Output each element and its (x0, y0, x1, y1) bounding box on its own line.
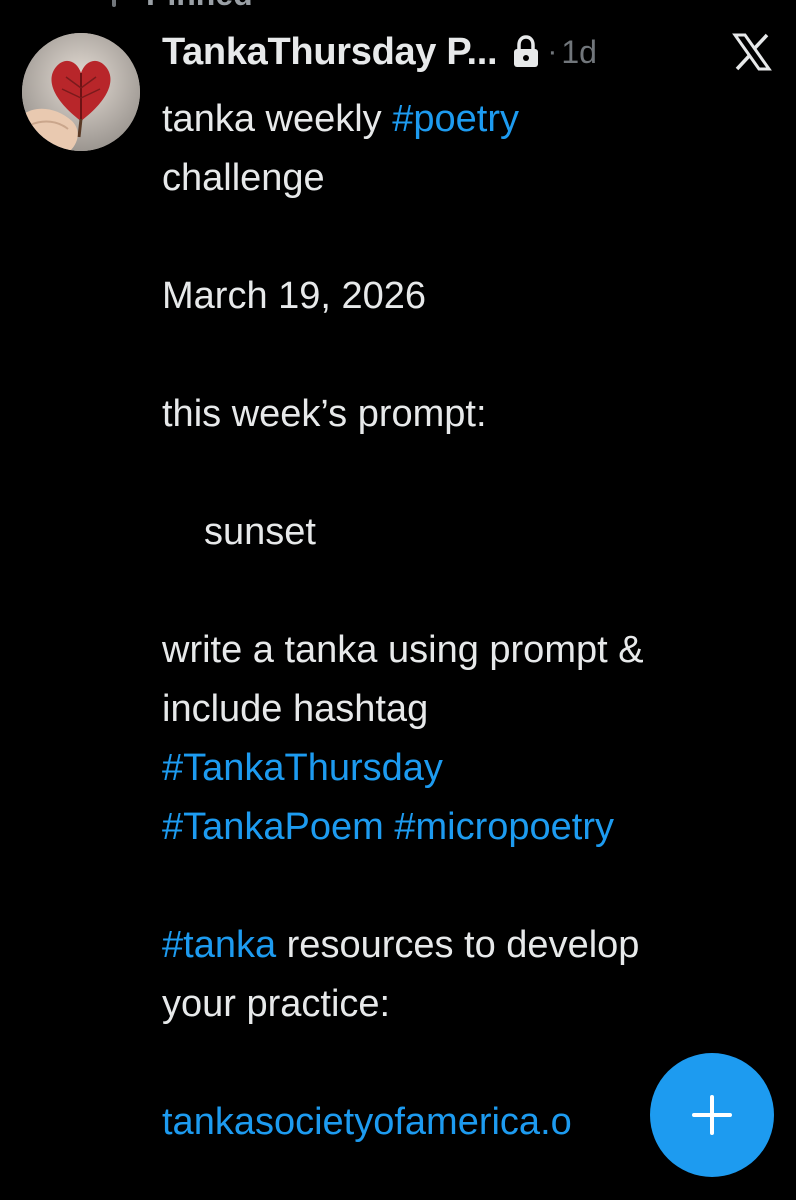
post-timestamp[interactable]: 1d (561, 34, 597, 71)
instruction-line-1: write a tanka using prompt & (162, 629, 644, 671)
instruction-line-2: include hashtag (162, 688, 429, 730)
post-date-text: March 19, 2026 (162, 275, 427, 317)
avatar[interactable] (22, 33, 140, 151)
resources-text: resources to develop (276, 924, 640, 966)
prompt-label: this week’s prompt: (162, 393, 487, 435)
plus-icon (692, 1095, 732, 1135)
compose-post-button[interactable] (650, 1053, 774, 1177)
resource-link[interactable]: tankasocietyofamerica.o (162, 1101, 572, 1143)
hashtag-poetry[interactable]: #poetry (392, 98, 519, 140)
hashtag-tankapoem[interactable]: #TankaPoem (162, 806, 384, 848)
pin-icon (112, 0, 116, 7)
lock-icon (511, 35, 541, 69)
heart-leaf-avatar-icon (22, 33, 140, 151)
body-line-1: tanka weekly #poetry (162, 90, 782, 149)
post-body: tanka weekly #poetry challenge March 19,… (162, 90, 782, 1152)
author-display-name[interactable]: TankaThursday P... (162, 31, 498, 74)
pinned-indicator: Pinned (112, 0, 253, 13)
pinned-label: Pinned (146, 0, 253, 13)
hashtag-tanka[interactable]: #tanka (162, 924, 276, 966)
resources-text-2: your practice: (162, 983, 391, 1025)
separator-dot: · (547, 35, 558, 68)
hashtag-tankathursday[interactable]: #TankaThursday (162, 747, 443, 789)
hashtag-micropoetry[interactable]: #micropoetry (394, 806, 614, 848)
x-logo-icon (732, 32, 772, 72)
prompt-word: sunset (204, 511, 316, 553)
body-line-2: challenge (162, 157, 325, 199)
body-text: tanka weekly (162, 98, 393, 140)
post-header: TankaThursday P... · 1d (162, 24, 782, 80)
